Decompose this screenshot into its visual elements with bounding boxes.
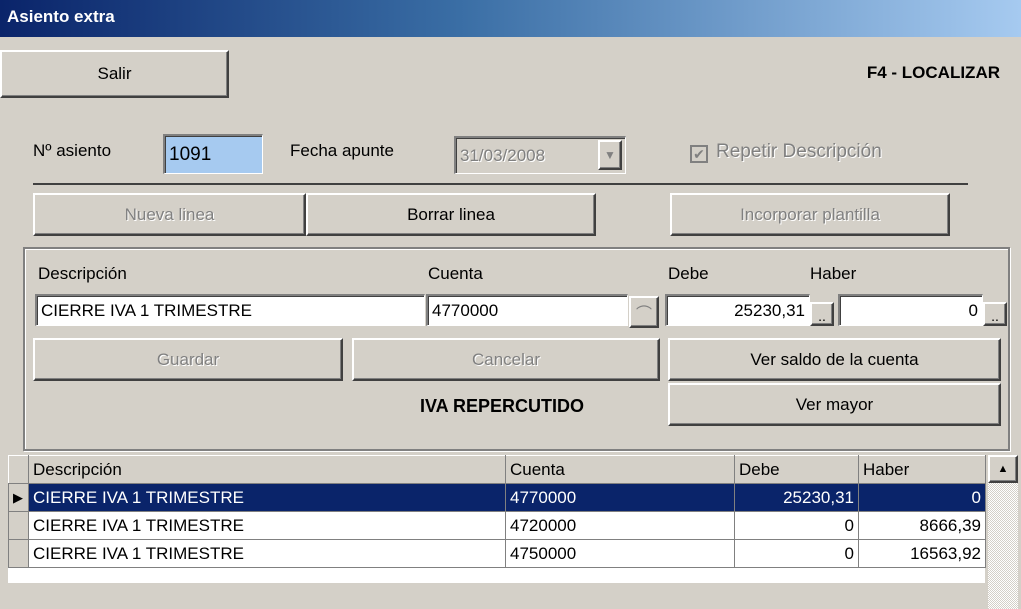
- cell-debit: 0: [734, 511, 859, 540]
- cancel-label: Cancelar: [471, 349, 541, 369]
- column-header[interactable]: Cuenta: [505, 455, 735, 484]
- cell-debit: 0: [734, 539, 859, 568]
- account-lookup-button[interactable]: ⌒: [629, 296, 659, 328]
- view-balance-label: Ver saldo de la cuenta: [750, 349, 919, 369]
- new-line-label: Nueva linea: [124, 204, 215, 224]
- row-indicator: [8, 511, 29, 540]
- exit-button[interactable]: Salir: [0, 50, 229, 98]
- debit-label: Debe: [668, 264, 709, 283]
- cell-description: CIERRE IVA 1 TRIMESTRE: [28, 511, 506, 540]
- entries-grid[interactable]: Descripción Cuenta Debe Haber ▶ CIERRE I…: [8, 455, 986, 583]
- description-value: CIERRE IVA 1 TRIMESTRE: [41, 300, 252, 320]
- check-icon: ✔: [693, 146, 705, 162]
- account-input[interactable]: 4770000: [426, 294, 628, 326]
- debit-ellipsis-button[interactable]: ..: [810, 302, 834, 326]
- row-indicator: [8, 539, 29, 568]
- delete-line-label: Borrar linea: [407, 204, 495, 224]
- cell-description: CIERRE IVA 1 TRIMESTRE: [28, 483, 506, 512]
- grid-scrollbar[interactable]: ▲: [988, 455, 1018, 609]
- entries-table: Descripción Cuenta Debe Haber ▶ CIERRE I…: [8, 455, 986, 568]
- separator: [33, 183, 968, 185]
- grid-header-row: Descripción Cuenta Debe Haber: [8, 455, 986, 484]
- window-title: Asiento extra: [7, 7, 115, 26]
- new-line-button[interactable]: Nueva linea: [33, 193, 306, 236]
- cell-description: CIERRE IVA 1 TRIMESTRE: [28, 539, 506, 568]
- debit-ellipsis-label: ..: [818, 308, 826, 324]
- repeat-description-checkbox[interactable]: ✔: [690, 145, 708, 163]
- cell-credit: 8666,39: [858, 511, 986, 540]
- date-value: 31/03/2008: [460, 145, 546, 165]
- row-pointer-icon: ▶: [8, 483, 29, 512]
- add-template-button[interactable]: Incorporar plantilla: [670, 193, 950, 236]
- title-bar: Asiento extra: [0, 0, 1021, 37]
- chevron-down-icon: ▼: [604, 148, 616, 162]
- account-name: IVA REPERCUTIDO: [420, 396, 585, 416]
- repeat-description-label: Repetir Descripción: [716, 141, 882, 162]
- account-label: Cuenta: [428, 264, 483, 283]
- cell-account: 4770000: [505, 483, 735, 512]
- description-label: Descripción: [38, 264, 127, 283]
- cancel-button[interactable]: Cancelar: [352, 338, 660, 381]
- column-header[interactable]: Descripción: [28, 455, 506, 484]
- cell-account: 4750000: [505, 539, 735, 568]
- view-ledger-label: Ver mayor: [795, 394, 874, 414]
- account-value: 4770000: [432, 300, 499, 320]
- view-ledger-button[interactable]: Ver mayor: [668, 383, 1001, 426]
- credit-ellipsis-label: ..: [991, 308, 999, 324]
- cell-account: 4720000: [505, 511, 735, 540]
- table-row[interactable]: CIERRE IVA 1 TRIMESTRE 4720000 0 8666,39: [8, 511, 986, 540]
- credit-value: 0: [968, 300, 978, 320]
- row-indicator-header: [8, 455, 29, 484]
- cell-credit: 16563,92: [858, 539, 986, 568]
- cell-credit: 0: [858, 483, 986, 512]
- column-header[interactable]: Debe: [734, 455, 859, 484]
- entry-number-value: 1091: [169, 143, 212, 165]
- add-template-label: Incorporar plantilla: [740, 204, 880, 224]
- save-button[interactable]: Guardar: [33, 338, 343, 381]
- date-label: Fecha apunte: [290, 141, 394, 160]
- view-balance-button[interactable]: Ver saldo de la cuenta: [668, 338, 1001, 381]
- credit-input[interactable]: 0: [838, 294, 983, 326]
- scroll-up-button[interactable]: ▲: [988, 455, 1018, 483]
- date-dropdown-button[interactable]: ▼: [598, 140, 622, 170]
- shortcut-hint: F4 - LOCALIZAR: [866, 63, 1000, 82]
- arrow-up-icon: ▲: [997, 463, 1009, 475]
- credit-ellipsis-button[interactable]: ..: [983, 302, 1007, 326]
- column-header[interactable]: Haber: [858, 455, 986, 484]
- cell-debit: 25230,31: [734, 483, 859, 512]
- lookup-icon: ⌒: [635, 306, 652, 323]
- credit-label: Haber: [810, 264, 857, 283]
- delete-line-button[interactable]: Borrar linea: [306, 193, 596, 236]
- table-row[interactable]: CIERRE IVA 1 TRIMESTRE 4750000 0 16563,9…: [8, 539, 986, 568]
- description-input[interactable]: CIERRE IVA 1 TRIMESTRE: [35, 294, 425, 326]
- exit-button-label: Salir: [97, 64, 132, 83]
- table-row[interactable]: ▶ CIERRE IVA 1 TRIMESTRE 4770000 25230,3…: [8, 483, 986, 512]
- entry-number-label: Nº asiento: [33, 141, 112, 160]
- debit-input[interactable]: 25230,31: [665, 294, 810, 326]
- save-label: Guardar: [156, 349, 220, 369]
- entry-number-field[interactable]: 1091: [163, 134, 263, 174]
- debit-value: 25230,31: [734, 300, 805, 320]
